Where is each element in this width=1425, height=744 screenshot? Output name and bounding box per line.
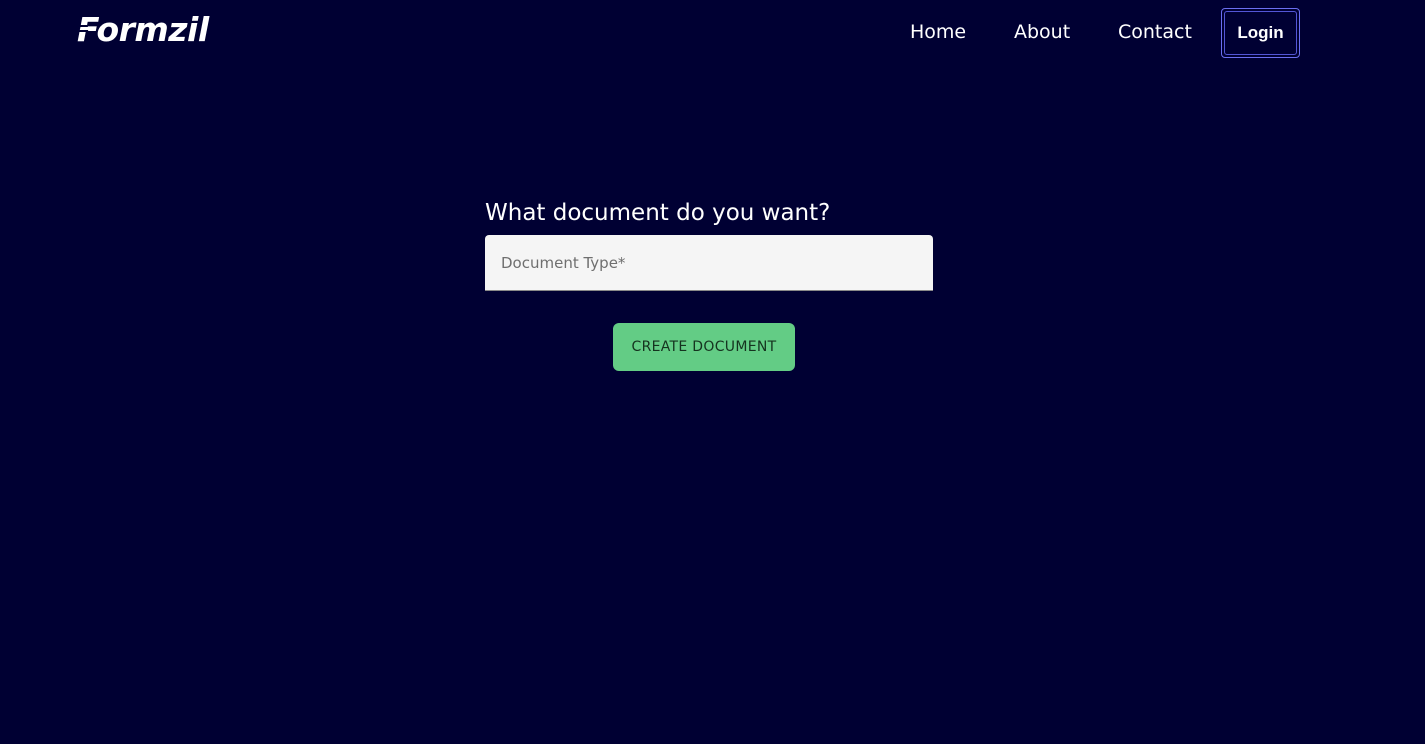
nav-link-contact[interactable]: Contact: [1118, 20, 1192, 44]
login-button-label: Login: [1224, 11, 1297, 55]
login-button[interactable]: Login: [1221, 8, 1300, 58]
create-document-button[interactable]: CREATE DOCUMENT: [613, 323, 795, 371]
form-heading: What document do you want?: [485, 200, 831, 226]
document-type-input[interactable]: [485, 235, 933, 290]
nav-link-home[interactable]: Home: [910, 20, 966, 44]
navbar: Formzil Home About Contact Login: [0, 0, 1425, 66]
page: Formzil Home About Contact Login What do…: [0, 0, 1425, 744]
main-nav: Home About Contact Login: [0, 8, 1425, 58]
document-type-field[interactable]: [485, 235, 933, 291]
nav-link-about[interactable]: About: [1014, 20, 1070, 44]
